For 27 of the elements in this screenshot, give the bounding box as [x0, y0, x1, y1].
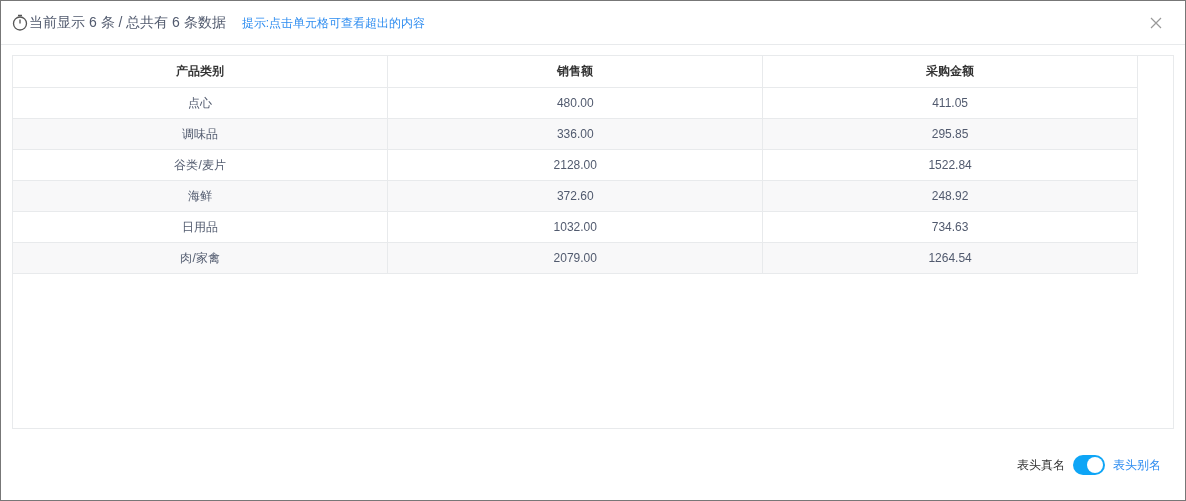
table-cell: 336.00: [387, 118, 763, 149]
record-summary: 当前显示 6 条 / 总共有 6 条数据: [29, 13, 226, 32]
table-cell: 2128.00: [387, 149, 763, 180]
stopwatch-icon: [12, 14, 28, 31]
header-toggle[interactable]: [1073, 454, 1105, 475]
column-header: 采购金额: [762, 56, 1138, 87]
column-header: 销售额: [387, 56, 763, 87]
hint-text: 提示:点击单元格可查看超出的内容: [241, 14, 426, 32]
table-cell: 734.63: [762, 211, 1138, 242]
table-cell: 480.00: [387, 87, 763, 118]
table-cell: 调味品: [13, 118, 388, 149]
column-header: 产品类别: [13, 56, 388, 87]
table-cell: 372.60: [387, 180, 763, 211]
real-header-label: 表头真名: [1017, 456, 1065, 474]
table-cell: 日用品: [13, 211, 388, 242]
table-cell: 肉/家禽: [13, 242, 388, 273]
table-cell: 1264.54: [762, 242, 1138, 273]
table-cell: 1032.00: [387, 211, 763, 242]
table-cell: 海鲜: [13, 180, 388, 211]
alias-header-label: 表头别名: [1113, 456, 1161, 474]
table-cell: 谷类/麦片: [13, 149, 388, 180]
table-cell: 1522.84: [762, 149, 1138, 180]
table-cell: 248.92: [762, 180, 1138, 211]
table-cell: 295.85: [762, 118, 1138, 149]
table-cell: 2079.00: [387, 242, 763, 273]
table-cell: 点心: [13, 87, 388, 118]
table-cell: 411.05: [762, 87, 1138, 118]
